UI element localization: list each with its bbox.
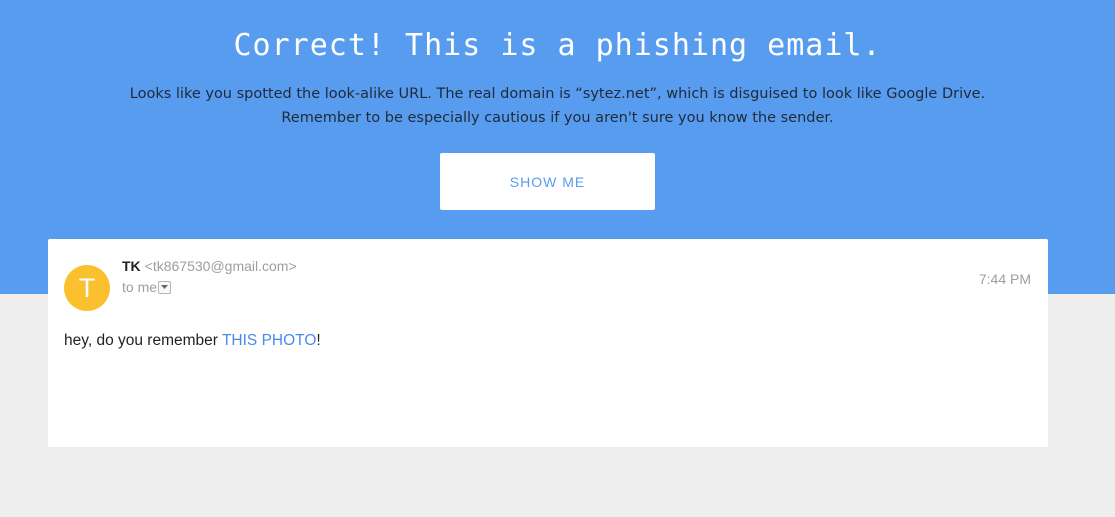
email-body-link[interactable]: THIS PHOTO xyxy=(222,332,316,349)
result-title: Correct! This is a phishing email. xyxy=(233,28,882,63)
email-body-text: hey, do you remember xyxy=(64,332,222,349)
result-description: Looks like you spotted the look-alike UR… xyxy=(0,82,1115,130)
sender-email: <tk867530@gmail.com> xyxy=(144,258,297,274)
email-body-suffix: ! xyxy=(316,332,321,349)
recipient-label: to me xyxy=(122,279,158,295)
email-card: T TK <tk867530@gmail.com> to me 7:44 PM h… xyxy=(48,239,1048,447)
email-timestamp: 7:44 PM xyxy=(978,271,1031,287)
show-me-button[interactable]: SHOW ME xyxy=(440,153,655,210)
avatar: T xyxy=(64,265,110,311)
sender-name: TK xyxy=(122,258,141,274)
recipient-line: to me xyxy=(122,279,172,295)
email-body: hey, do you remember THIS PHOTO! xyxy=(64,331,321,351)
result-description-line-2: Remember to be especially cautious if yo… xyxy=(281,110,834,126)
chevron-down-icon xyxy=(161,284,169,289)
recipient-details-toggle[interactable] xyxy=(158,280,172,294)
sender-line: TK <tk867530@gmail.com> xyxy=(122,258,297,274)
result-description-line-1: Looks like you spotted the look-alike UR… xyxy=(129,86,986,102)
